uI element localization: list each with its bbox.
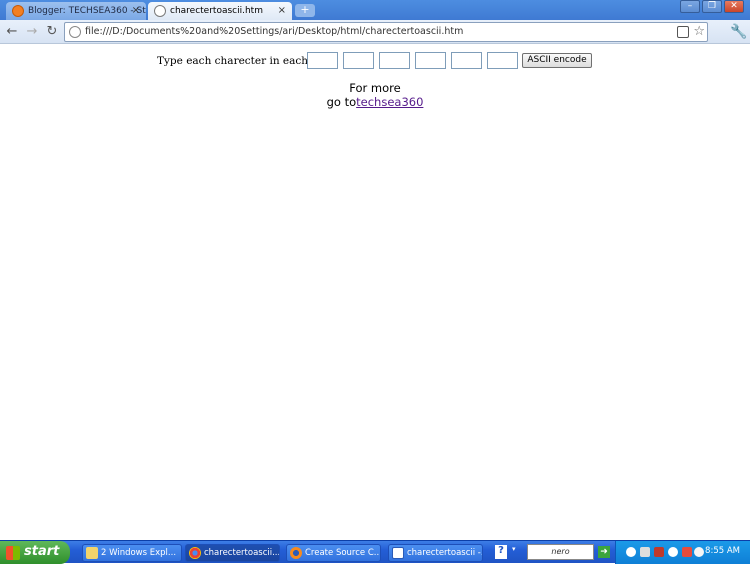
document-icon: [392, 547, 404, 559]
taskbar-label: Create Source C...: [305, 548, 381, 558]
char-box-4[interactable]: [415, 52, 446, 69]
taskbar-label: charectertoascii....: [204, 548, 280, 558]
start-label: start: [24, 544, 60, 559]
windows-logo-icon: [6, 546, 20, 560]
taskbar-button-chrome[interactable]: charectertoascii....: [185, 544, 280, 562]
tab-blogger-stats[interactable]: Blogger: TECHSEA360 - Stats ×: [6, 2, 146, 20]
new-tab-button[interactable]: +: [295, 4, 315, 17]
page-content: Type each charecter in each box: ASCII e…: [0, 45, 750, 540]
close-tab-icon[interactable]: ×: [278, 5, 286, 16]
page-icon: [154, 5, 166, 17]
system-tray: 8:55 AM: [615, 541, 750, 564]
more-line: For more: [349, 81, 401, 95]
wrench-icon[interactable]: 🔧: [730, 24, 747, 40]
minimize-button[interactable]: –: [680, 0, 700, 13]
tab-label: charectertoascii.htm: [170, 6, 263, 16]
arrow-icon[interactable]: ➜: [598, 546, 610, 558]
char-box-6[interactable]: [487, 52, 518, 69]
tray-alert-icon[interactable]: [682, 547, 692, 557]
tray-volume-icon[interactable]: [694, 547, 704, 557]
chrome-icon: [189, 547, 201, 559]
tab-label: Blogger: TECHSEA360 - Stats: [28, 6, 146, 16]
blogger-icon: [12, 5, 24, 17]
tray-network-icon[interactable]: [626, 547, 636, 557]
char-box-3[interactable]: [379, 52, 410, 69]
folder-icon: [86, 547, 98, 559]
forward-button[interactable]: →: [24, 24, 40, 40]
maximize-button[interactable]: ❐: [702, 0, 722, 13]
address-bar[interactable]: file:///D:/Documents%20and%20Settings/ar…: [64, 22, 708, 42]
taskbar: start 2 Windows Expl... charectertoascii…: [0, 540, 750, 564]
bookmark-star-icon[interactable]: ☆: [693, 23, 705, 41]
close-window-button[interactable]: ✕: [724, 0, 744, 13]
char-box-2[interactable]: [343, 52, 374, 69]
taskbar-label: 2 Windows Expl...: [101, 548, 177, 558]
browser-toolbar: ← → ↻ file:///D:/Documents%20and%20Setti…: [0, 20, 750, 44]
quicklaunch-chevron-icon[interactable]: ▾: [512, 545, 522, 559]
back-button[interactable]: ←: [4, 24, 20, 40]
char-box-5[interactable]: [451, 52, 482, 69]
page-icon: [69, 26, 81, 38]
taskbar-button-firefox[interactable]: Create Source C...: [286, 544, 381, 562]
firefox-icon: [290, 547, 302, 559]
tab-strip: Blogger: TECHSEA360 - Stats × charectert…: [0, 0, 750, 20]
goto-text: go to: [326, 95, 357, 109]
tray-monitor-icon[interactable]: [640, 547, 650, 557]
tray-security-icon[interactable]: [654, 547, 664, 557]
tray-power-icon[interactable]: [668, 547, 678, 557]
taskbar-button-explorer[interactable]: 2 Windows Expl...: [82, 544, 182, 562]
clock: 8:55 AM: [705, 546, 740, 556]
url-text: file:///D:/Documents%20and%20Settings/ar…: [85, 26, 464, 37]
goto-line: go totechsea360: [0, 95, 750, 109]
start-button[interactable]: start: [0, 541, 70, 564]
more-info: For more go totechsea360: [0, 81, 750, 109]
help-icon[interactable]: ?: [495, 545, 507, 559]
taskbar-label: charectertoascii -...: [407, 548, 483, 558]
reload-button[interactable]: ↻: [44, 24, 60, 40]
ascii-encode-button[interactable]: ASCII encode: [522, 53, 592, 68]
char-box-1[interactable]: [307, 52, 338, 69]
nero-quicklaunch[interactable]: nero: [527, 544, 594, 560]
extension-icon[interactable]: [677, 26, 689, 38]
close-tab-icon[interactable]: ×: [132, 5, 140, 16]
taskbar-button-document[interactable]: charectertoascii -...: [388, 544, 483, 562]
tab-charectertoascii[interactable]: charectertoascii.htm ×: [148, 2, 292, 20]
techsea360-link[interactable]: techsea360: [356, 95, 423, 109]
